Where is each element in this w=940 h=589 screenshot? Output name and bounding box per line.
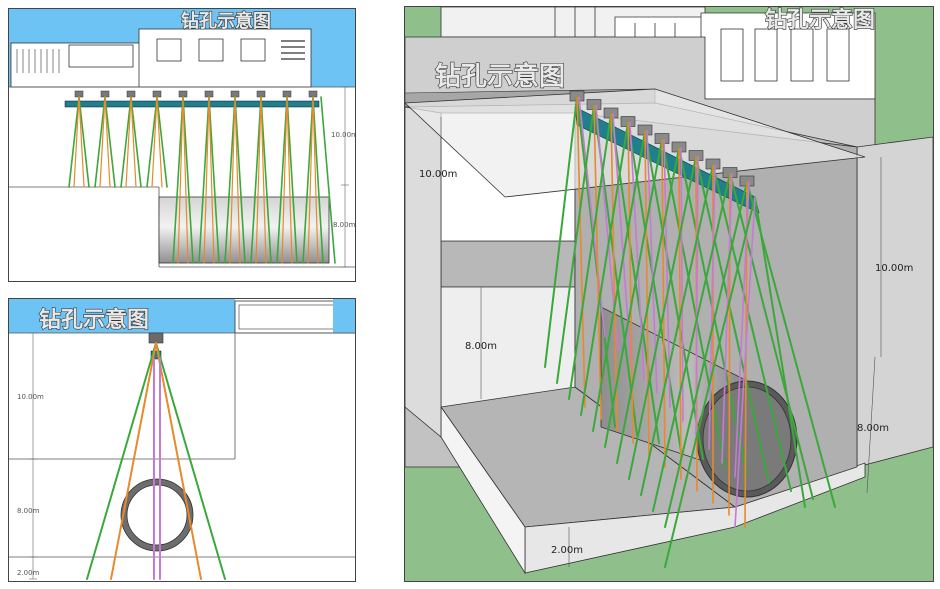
middle-step-face: [440, 286, 576, 408]
persp-dim-10m-right: 10.00m: [875, 263, 913, 274]
drill-cap: [74, 90, 84, 98]
drill-cap: [126, 90, 136, 98]
side-dim-2m: 2.00m: [17, 569, 40, 577]
side-view-panel: 钻孔示意图 10.00m 8.00m 2.00m: [8, 298, 356, 582]
side-dim-10m: 10.00m: [17, 393, 44, 401]
persp-dim-10m-left: 10.00m: [419, 169, 457, 180]
perspective-drawing: 钻孔示意图 钻孔示意图 10.00m 8.00m 10.00m 8.00m 2.…: [405, 7, 933, 581]
front-view-panel: 钻孔示意图 10.00 8.00m: [8, 8, 356, 282]
front-dim-8m: 8.00m: [333, 221, 355, 229]
perspective-view-panel: 钻孔示意图 钻孔示意图 10.00m 8.00m 10.00m 8.00m 2.…: [404, 6, 934, 582]
side-dim-8m: 8.00m: [17, 507, 40, 515]
drill-cap: [308, 90, 318, 98]
svg-text:钻孔示意图: 钻孔示意图: [765, 7, 875, 33]
front-view-drawing: 钻孔示意图 10.00 8.00m: [9, 9, 355, 281]
perspective-title: 钻孔示意图: [435, 61, 565, 92]
front-dim-10m: 10.00m: [331, 131, 355, 139]
drill-cap: [282, 90, 292, 98]
cap-beam: [64, 100, 320, 108]
right-wall: [856, 136, 933, 468]
drill-cap: [230, 90, 240, 98]
side-view-drawing: 钻孔示意图 10.00m 8.00m 2.00m: [9, 299, 355, 581]
drill-cap: [100, 90, 110, 98]
side-cap: [148, 332, 164, 344]
front-title: 钻孔示意图: [181, 10, 271, 32]
side-title: 钻孔示意图: [39, 307, 149, 333]
drill-cap: [204, 90, 214, 98]
persp-dim-8m-right: 8.00m: [857, 423, 889, 434]
persp-dim-2m: 2.00m: [551, 545, 583, 556]
drill-cap: [256, 90, 266, 98]
drill-cap: [178, 90, 188, 98]
persp-dim-8m-left: 8.00m: [465, 341, 497, 352]
drill-cap: [152, 90, 162, 98]
